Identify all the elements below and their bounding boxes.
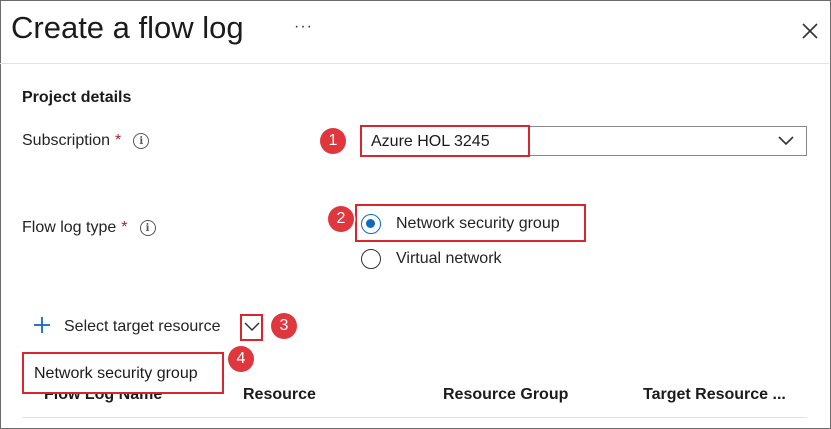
dropdown-option-label: Network security group xyxy=(34,365,198,382)
header-divider xyxy=(0,63,829,64)
radio-label-virtual-network[interactable]: Virtual network xyxy=(396,250,502,268)
step-marker: 3 xyxy=(271,313,297,339)
select-target-resource-button[interactable]: Select target resource xyxy=(64,318,221,336)
subscription-label: Subscription * i xyxy=(22,132,150,150)
column-header-resource[interactable]: Resource xyxy=(243,386,316,404)
page-title: Create a flow log xyxy=(11,10,244,45)
plus-icon[interactable] xyxy=(33,316,51,334)
highlight-flow-log-type xyxy=(355,204,586,242)
column-header-resource-group[interactable]: Resource Group xyxy=(443,386,568,404)
flow-log-type-label-text: Flow log type xyxy=(22,219,117,236)
flow-log-type-label: Flow log type * i xyxy=(22,219,156,237)
table-divider xyxy=(22,417,807,418)
target-type-dropdown-option[interactable]: Network security group xyxy=(22,352,224,394)
highlight-target-chevron xyxy=(240,314,263,341)
close-icon[interactable] xyxy=(798,19,822,43)
required-asterisk: * xyxy=(121,219,128,236)
step-marker: 1 xyxy=(320,128,346,154)
subscription-label-text: Subscription xyxy=(22,132,111,149)
more-options-button[interactable]: ··· xyxy=(294,18,313,36)
section-title-project-details: Project details xyxy=(22,89,132,106)
step-marker: 2 xyxy=(328,206,354,232)
radio-virtual-network[interactable] xyxy=(361,249,381,269)
column-header-target-resource[interactable]: Target Resource ... xyxy=(643,386,786,404)
chevron-down-icon xyxy=(778,136,794,146)
required-asterisk: * xyxy=(115,132,122,149)
highlight-subscription xyxy=(360,125,530,157)
step-marker: 4 xyxy=(228,346,254,372)
info-icon[interactable]: i xyxy=(133,133,150,149)
info-icon[interactable]: i xyxy=(139,220,156,236)
